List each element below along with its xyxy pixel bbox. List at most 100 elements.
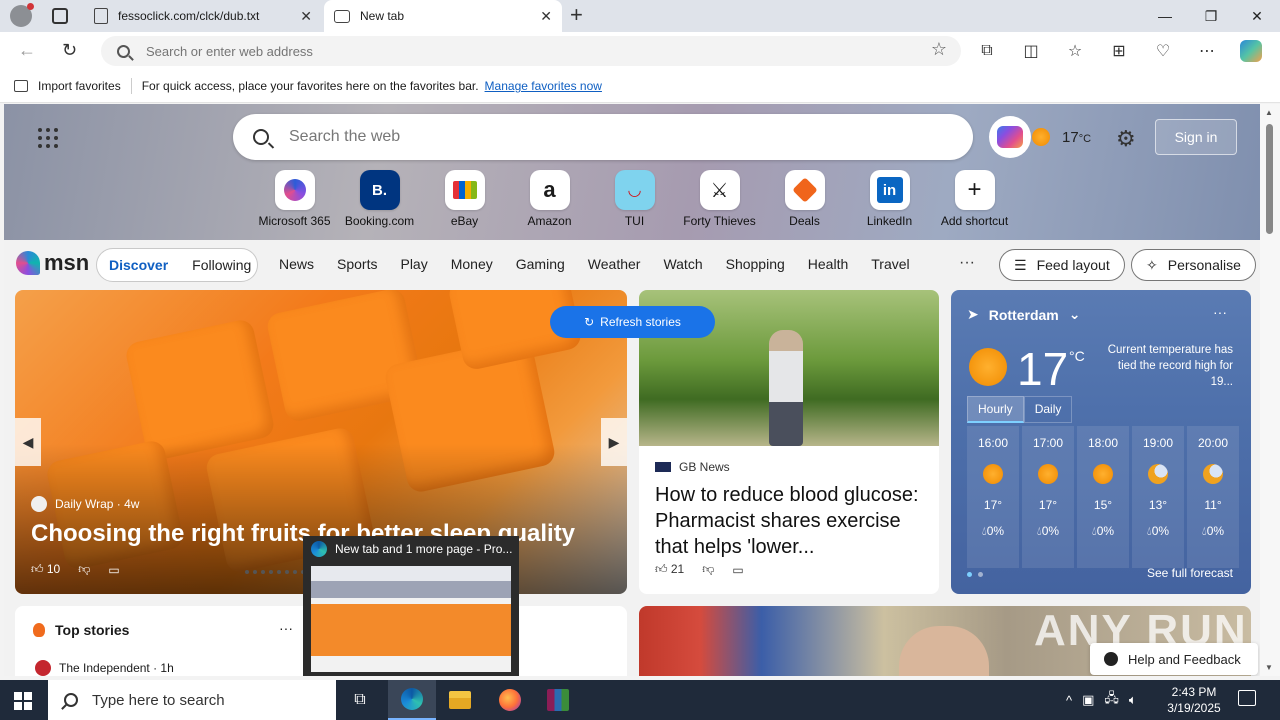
task-view-icon[interactable]: ⧉ [336,680,384,720]
shortcut-amazon[interactable]: a Amazon [507,170,592,228]
tab-following[interactable]: Following [180,257,263,273]
category-watch[interactable]: Watch [663,256,702,272]
scroll-thumb[interactable] [1266,124,1273,234]
refresh-stories-button[interactable]: ↻ Refresh stories [550,306,715,338]
file-explorer-icon[interactable] [436,680,484,720]
close-tab-icon[interactable]: ✕ [540,8,552,25]
window-preview[interactable] [311,566,511,672]
category-sports[interactable]: Sports [337,256,377,272]
shortcut-add[interactable]: + Add shortcut [932,170,1017,228]
category-weather[interactable]: Weather [588,256,641,272]
favorites-bar: Import favorites For quick access, place… [0,70,1280,103]
dislike-icon[interactable]: 👎︎ [78,562,90,577]
settings-more-icon[interactable]: ⋯ [1196,40,1218,62]
shortcut-deals[interactable]: Deals [762,170,847,228]
more-categories-button[interactable]: ··· [959,254,975,272]
category-news[interactable]: News [279,256,314,272]
weather-alert[interactable]: Current temperature has tied the record … [1101,342,1233,390]
top-stories-more-icon[interactable]: ··· [279,620,293,636]
favorites-icon[interactable]: ☆ [1064,40,1086,62]
close-tab-icon[interactable]: ✕ [300,8,312,25]
comment-icon[interactable]: ▭ [108,563,119,577]
category-gaming[interactable]: Gaming [516,256,565,272]
manage-favorites-link[interactable]: Manage favorites now [485,79,602,93]
tab-hourly[interactable]: Hourly [967,396,1024,423]
header-weather[interactable]: 17°C [1032,128,1091,146]
new-tab-button[interactable]: + [570,4,583,26]
category-health[interactable]: Health [808,256,848,272]
copilot-badge[interactable] [989,116,1031,158]
category-play[interactable]: Play [400,256,427,272]
taskbar-search[interactable]: Type here to search [48,680,336,720]
clock[interactable]: 2:43 PM 3/19/2025 [1158,684,1230,716]
feed-layout-button[interactable]: ☰ Feed layout [999,249,1125,281]
app-launcher-icon[interactable] [38,128,58,148]
comment-icon[interactable]: ▭ [732,563,743,577]
taskbar-thumbnail[interactable]: New tab and 1 more page - Pro... [303,536,519,676]
gear-icon[interactable]: ⚙ [1116,126,1136,152]
category-money[interactable]: Money [451,256,493,272]
moon-cloud-icon [1203,464,1223,484]
see-full-forecast-link[interactable]: See full forecast [1147,566,1233,580]
back-button[interactable]: ← [18,40,36,61]
restore-icon[interactable]: ❐ [1188,0,1234,32]
category-shopping[interactable]: Shopping [726,256,785,272]
notification-icon[interactable] [1238,690,1256,706]
web-search-box[interactable]: Search the web [233,114,973,160]
msn-logo[interactable]: msn [16,250,89,276]
tab-actions-icon[interactable] [52,8,68,24]
collections-icon[interactable]: ⊞ [1108,40,1130,62]
network-icon[interactable]: 🖧︎ [1104,689,1119,711]
shortcut-forty-thieves[interactable]: ⚔ Forty Thieves [677,170,762,228]
like-button[interactable]: 👍︎ 21 [655,562,684,577]
page-scrollbar[interactable]: ▲ ▼ [1260,104,1280,676]
story-headline[interactable]: How to reduce blood glucose: Pharmacist … [655,482,925,560]
shortcut-linkedin[interactable]: in LinkedIn [847,170,932,228]
like-button[interactable]: 👍︎ 10 [31,562,60,577]
weather-location[interactable]: ➤ Rotterdam ⌄ [967,306,1080,323]
scroll-up-icon[interactable]: ▲ [1265,108,1273,117]
temp-unit: °C [1069,348,1085,364]
toolbar-icons: ⧉ ◫ ☆ ⊞ ♡ ⋯ [976,40,1262,62]
personalise-button[interactable]: ✧ Personalise [1131,249,1256,281]
next-arrow-icon[interactable]: ▶ [601,418,627,466]
tab-daily[interactable]: Daily [1023,396,1073,423]
shortcut-ebay[interactable]: eBay [422,170,507,228]
help-feedback-button[interactable]: Help and Feedback [1090,643,1258,675]
edge-taskbar-icon[interactable] [388,680,436,720]
independent-logo-icon [35,660,51,676]
address-bar[interactable]: ☆ [101,36,961,66]
favorite-star-icon[interactable]: ☆ [931,39,947,60]
tab-fessoclick[interactable]: fessoclick.com/clck/dub.txt ✕ [84,0,322,32]
address-input[interactable] [146,43,906,59]
weather-card[interactable]: ➤ Rotterdam ⌄ ··· 17 °C Current temperatur… [951,290,1251,594]
import-favorites-button[interactable]: Import favorites [14,79,121,93]
profile-avatar[interactable] [10,3,34,27]
scroll-down-icon[interactable]: ▼ [1265,663,1273,672]
tab-discover[interactable]: Discover [97,257,180,273]
chevron-up-icon[interactable]: ^ [1066,693,1072,708]
minimize-icon[interactable]: — [1142,0,1188,32]
shortcut-tui[interactable]: ◡ TUI [592,170,677,228]
weather-more-icon[interactable]: ··· [1213,304,1227,320]
category-travel[interactable]: Travel [871,256,909,272]
close-window-icon[interactable]: ✕ [1234,0,1280,32]
refresh-button[interactable]: ↻ [62,40,77,61]
device-icon[interactable]: ▣ [1082,692,1094,708]
firefox-icon[interactable] [486,680,534,720]
location-arrow-icon: ➤ [967,306,979,322]
winrar-icon[interactable] [534,680,582,720]
previous-arrow-icon[interactable]: ◀ [15,418,41,466]
flame-icon [33,623,45,637]
tab-new-tab[interactable]: New tab ✕ [324,0,562,32]
shortcut-booking[interactable]: B. Booking.com [337,170,422,228]
windows-start-icon[interactable] [14,692,32,710]
dislike-icon[interactable]: 👎︎ [702,562,714,577]
sign-in-button[interactable]: Sign in [1155,119,1237,155]
split-screen-icon[interactable]: ◫ [1020,40,1042,62]
performance-icon[interactable]: ♡ [1152,40,1174,62]
shortcut-microsoft-365[interactable]: Microsoft 365 [252,170,337,228]
extensions-icon[interactable]: ⧉ [976,40,998,62]
volume-icon[interactable]: 🔈︎ [1129,692,1137,708]
copilot-icon[interactable] [1240,40,1262,62]
